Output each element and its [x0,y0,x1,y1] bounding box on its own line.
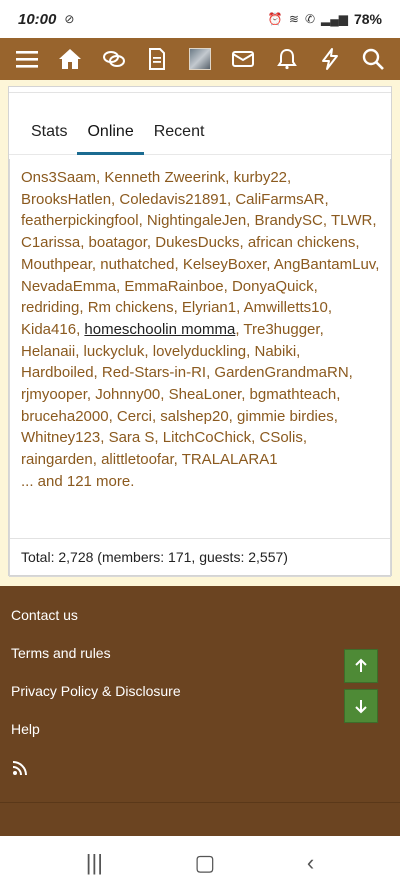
member-link[interactable]: Red-Stars-in-RI [102,364,206,381]
search-icon[interactable] [360,46,386,72]
member-link[interactable]: alittletoofar [101,451,174,468]
alarm-icon: ⏰ [267,12,283,26]
member-link[interactable]: boatagor [89,234,147,251]
tab-online[interactable]: Online [77,109,144,155]
status-time: 10:00 [18,10,57,28]
member-link[interactable]: Rm chickens [88,299,174,316]
block-top-edge [9,87,391,93]
member-link[interactable]: kurby22 [234,169,287,186]
member-link[interactable]: TLWR [331,212,372,229]
member-link[interactable]: featherpickingfool [21,212,139,229]
rss-icon[interactable] [12,760,28,776]
member-link[interactable]: Cerci [117,408,152,425]
footer [0,586,400,836]
online-members-list: Ons3Saam, Kenneth Zweerink, kurby22, Bro… [21,169,380,490]
member-link[interactable]: Ons3Saam [21,169,96,186]
lightning-icon[interactable] [317,46,343,72]
footer-link-contact[interactable]: Contact us [11,607,78,623]
mail-icon[interactable] [230,46,256,72]
member-link[interactable]: NightingaleJen [147,212,246,229]
member-link[interactable]: Amwilletts10 [244,299,328,316]
member-link[interactable]: C1arissa [21,234,80,251]
tab-bar: Stats Online Recent [9,109,391,155]
conversations-icon[interactable] [101,46,127,72]
member-link[interactable]: Elyrian1 [182,299,236,316]
top-navigation [0,38,400,80]
tab-recent[interactable]: Recent [144,109,215,155]
android-navigation-bar: ||| ▢ ‹ [0,836,400,889]
member-link[interactable]: Whitney123 [21,429,100,446]
member-link[interactable]: DonyaQuick [232,278,314,295]
call-icon: ✆ [304,12,315,26]
footer-link-privacy[interactable]: Privacy Policy & Disclosure [11,683,181,699]
member-link[interactable]: Kenneth Zweerink [104,169,225,186]
member-link[interactable]: luckycluk [84,343,145,360]
member-link[interactable]: Hardboiled [21,364,94,381]
footer-link-terms[interactable]: Terms and rules [11,645,111,661]
member-link[interactable]: Nabiki [254,343,296,360]
recent-apps-icon[interactable]: ||| [86,850,103,876]
members-online-block: Stats Online Recent Ons3Saam, Kenneth Zw… [8,86,392,577]
member-link[interactable]: KelseyBoxer [183,256,266,273]
member-link[interactable]: lovelyduckling [153,343,246,360]
bell-icon[interactable] [274,46,300,72]
home-button-icon[interactable]: ▢ [195,850,216,876]
tab-stats[interactable]: Stats [21,109,77,155]
online-total: Total: 2,728 (members: 171, guests: 2,55… [10,538,390,576]
member-link[interactable]: NevadaEmma [21,278,116,295]
avatar [189,48,211,70]
member-link[interactable]: BrooksHatlen [21,191,111,208]
member-link[interactable]: gimmie birdies [237,408,334,425]
member-link[interactable]: rjmyooper [21,386,87,403]
home-icon[interactable] [57,46,83,72]
member-link[interactable]: Johnny00 [95,386,160,403]
member-link[interactable]: redriding [21,299,79,316]
footer-bottom-bar [0,802,400,836]
member-link[interactable]: GardenGrandmaRN [214,364,348,381]
member-link[interactable]: Sara S [109,429,155,446]
wifi-icon: ≋ [288,12,299,26]
menu-icon[interactable] [14,46,40,72]
status-bar: 10:00 ⊘ ⏰ ≋ ✆ ▂▄▆ 78% [0,0,400,38]
member-link[interactable]: Coledavis21891 [119,191,227,208]
member-link[interactable]: BrandySC [255,212,323,229]
member-link[interactable]: nuthatched [100,256,174,273]
member-link[interactable]: SheaLoner [169,386,242,403]
member-link[interactable]: DukesDucks [155,234,239,251]
arrow-down-icon [355,700,367,714]
member-link[interactable]: TRALALARA1 [182,451,278,468]
footer-link-help[interactable]: Help [11,721,40,737]
status-icons: ⏰ ≋ ✆ ▂▄▆ 78% [268,11,382,27]
member-link[interactable]: Tre3hugger [243,321,319,338]
member-link[interactable]: bruceha2000 [21,408,109,425]
member-link[interactable]: bgmathteach [250,386,337,403]
data-saver-icon: ⊘ [64,12,75,26]
arrow-up-icon [355,658,367,672]
document-icon[interactable] [144,46,170,72]
member-link[interactable]: salshep20 [160,408,228,425]
member-link[interactable]: EmmaRainboe [124,278,223,295]
member-link[interactable]: LitchCoChick [163,429,251,446]
member-link[interactable]: CaliFarmsAR [235,191,324,208]
member-link[interactable]: Helanaii [21,343,75,360]
online-list-panel: Ons3Saam, Kenneth Zweerink, kurby22, Bro… [9,159,391,577]
scroll-to-top-button[interactable] [344,649,378,683]
more-members-link[interactable]: ... and 121 more. [21,473,134,490]
scroll-to-bottom-button[interactable] [344,689,378,723]
battery-level: 78% [353,11,382,27]
signal-icon: ▂▄▆ [321,12,348,26]
member-link[interactable]: CSolis [259,429,302,446]
member-link[interactable]: raingarden [21,451,93,468]
member-link[interactable]: Mouthpear [21,256,92,273]
member-link[interactable]: homeschoolin momma [84,321,235,338]
back-icon[interactable]: ‹ [307,850,314,876]
member-link[interactable]: Kida416 [21,321,76,338]
member-link[interactable]: AngBantamLuv [274,256,375,273]
member-link[interactable]: african chickens [248,234,356,251]
user-avatar[interactable] [187,46,213,72]
